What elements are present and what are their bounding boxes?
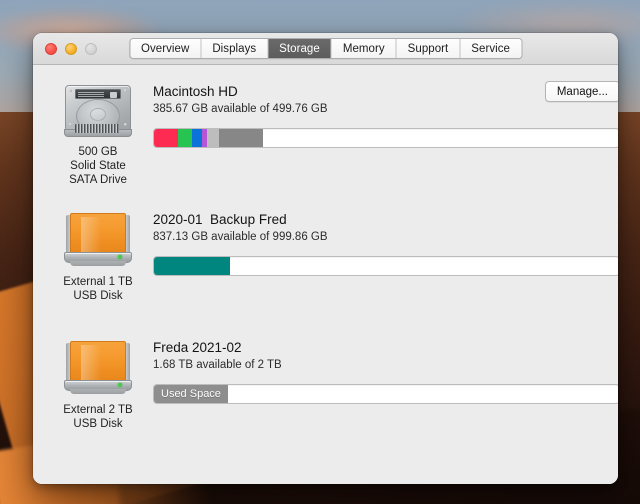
capacity-bar[interactable] <box>153 256 618 276</box>
bar-segment-label: Used Space <box>154 385 228 403</box>
drive-row: External 2 TB USB Disk Freda 2021-02 1.6… <box>33 333 618 461</box>
window-controls <box>45 42 97 55</box>
drive-info-column: 2020-01 Backup Fred 837.13 GB available … <box>153 205 618 333</box>
bar-segment-photos <box>178 129 193 147</box>
window-titlebar: Overview Displays Storage Memory Support… <box>33 33 618 65</box>
zoom-button[interactable] <box>85 42 97 55</box>
manage-button[interactable]: Manage... <box>544 81 618 102</box>
minimize-button[interactable] <box>65 42 77 55</box>
close-button[interactable] <box>45 42 57 55</box>
tab-overview[interactable]: Overview <box>129 39 202 58</box>
drive-availability: 1.68 TB available of 2 TB <box>153 359 282 371</box>
internal-hard-drive-icon <box>63 83 133 139</box>
drive-info-column: Freda 2021-02 1.68 TB available of 2 TB … <box>153 333 618 461</box>
tab-bar: Overview Displays Storage Memory Support… <box>128 38 523 59</box>
external-usb-drive-icon <box>62 211 134 269</box>
drive-name: 2020-01 Backup Fred <box>153 212 287 227</box>
bar-segment-system <box>218 129 263 147</box>
bar-segment-other-light <box>207 129 219 147</box>
external-usb-drive-icon <box>62 339 134 397</box>
tab-support[interactable]: Support <box>396 39 461 58</box>
drive-led-icon <box>118 383 122 387</box>
drive-row: 500 GB Solid State SATA Drive Macintosh … <box>33 77 618 205</box>
about-this-mac-window: Overview Displays Storage Memory Support… <box>33 33 618 484</box>
drive-availability: 385.67 GB available of 499.76 GB <box>153 103 328 115</box>
capacity-bar[interactable] <box>153 128 618 148</box>
drive-row: External 1 TB USB Disk 2020-01 Backup Fr… <box>33 205 618 333</box>
capacity-bar[interactable]: Used Space <box>153 384 618 404</box>
drive-caption: External 2 TB USB Disk <box>63 404 133 430</box>
drive-led-icon <box>118 255 122 259</box>
drive-icon-column: 500 GB Solid State SATA Drive <box>43 77 153 205</box>
drive-caption: External 1 TB USB Disk <box>63 276 133 302</box>
drive-caption: 500 GB Solid State SATA Drive <box>69 146 127 186</box>
tab-memory[interactable]: Memory <box>331 39 397 58</box>
drive-info-column: Macintosh HD 385.67 GB available of 499.… <box>153 77 618 205</box>
bar-segment-apps <box>154 129 179 147</box>
bar-segment-documents <box>192 129 203 147</box>
bar-segment-used-space <box>154 257 230 275</box>
drive-icon-column: External 1 TB USB Disk <box>43 205 153 333</box>
drive-availability: 837.13 GB available of 999.86 GB <box>153 231 328 243</box>
storage-panel: 500 GB Solid State SATA Drive Macintosh … <box>33 65 618 484</box>
drive-icon-column: External 2 TB USB Disk <box>43 333 153 461</box>
tab-storage[interactable]: Storage <box>268 39 332 58</box>
tab-service[interactable]: Service <box>460 39 522 58</box>
tab-displays[interactable]: Displays <box>201 39 269 58</box>
drive-name: Freda 2021-02 <box>153 340 242 355</box>
